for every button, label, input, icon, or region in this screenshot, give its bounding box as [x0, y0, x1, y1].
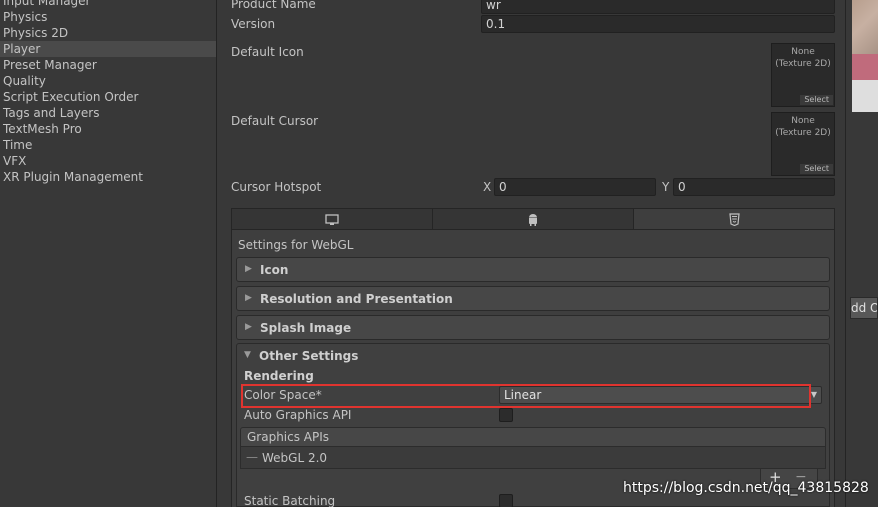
sidebar-item-vfx[interactable]: VFX	[0, 153, 216, 169]
default-icon-label: Default Icon	[231, 45, 304, 59]
static-batching-label: Static Batching	[244, 494, 336, 507]
static-batching-checkbox[interactable]	[499, 494, 513, 507]
settings-for-label: Settings for WebGL	[238, 238, 354, 252]
sidebar-item-preset-manager[interactable]: Preset Manager	[0, 57, 216, 73]
sidebar-item-quality[interactable]: Quality	[0, 73, 216, 89]
preview-thumbnail	[852, 54, 878, 80]
hotspot-y-label: Y	[662, 180, 670, 194]
graphics-api-item[interactable]: WebGL 2.0	[262, 451, 327, 465]
section-title: Resolution and Presentation	[260, 292, 453, 306]
graphics-apis-label: Graphics APIs	[247, 430, 330, 444]
default-cursor-field[interactable]: None (Texture 2D) Select	[771, 112, 835, 176]
preview-thumbnail	[852, 0, 878, 54]
sidebar-item-xr-plugin-management[interactable]: XR Plugin Management	[0, 169, 216, 185]
html5-icon	[728, 212, 740, 227]
version-label: Version	[231, 17, 276, 31]
default-cursor-select-button[interactable]: Select	[800, 164, 833, 174]
section-resolution[interactable]: ▶ Resolution and Presentation	[236, 286, 830, 311]
product-name-label: Product Name	[231, 0, 316, 11]
monitor-icon	[325, 212, 339, 226]
settings-sidebar: Input Manager Physics Physics 2D Player …	[0, 0, 217, 507]
section-title: Other Settings	[259, 349, 359, 363]
add-component-button[interactable]: dd O	[850, 297, 878, 319]
chevron-right-icon: ▶	[245, 322, 252, 332]
sidebar-item-physics-2d[interactable]: Physics 2D	[0, 25, 216, 41]
default-cursor-type-text: (Texture 2D)	[775, 128, 831, 138]
product-name-field[interactable]: wr	[481, 0, 835, 14]
sidebar-item-script-execution-order[interactable]: Script Execution Order	[0, 89, 216, 105]
graphics-apis-header: Graphics APIs	[240, 427, 826, 447]
cursor-hotspot-label: Cursor Hotspot	[231, 180, 322, 194]
hotspot-y-field[interactable]: 0	[673, 178, 835, 196]
default-cursor-label: Default Cursor	[231, 114, 319, 128]
tab-standalone[interactable]	[232, 209, 433, 229]
platform-tabs	[231, 208, 835, 230]
sidebar-item-input-manager[interactable]: Input Manager	[0, 0, 216, 9]
hotspot-x-label: X	[483, 180, 492, 194]
section-title: Icon	[260, 263, 289, 277]
sidebar-item-player[interactable]: Player	[0, 41, 216, 57]
section-other-settings[interactable]: ▼ Other Settings	[236, 344, 830, 369]
dropdown-arrow-icon: ▼	[810, 390, 817, 399]
section-splash-image[interactable]: ▶ Splash Image	[236, 315, 830, 340]
version-field[interactable]: 0.1	[481, 15, 835, 33]
chevron-down-icon: ▼	[244, 350, 251, 360]
section-icon[interactable]: ▶ Icon	[236, 257, 830, 282]
color-space-highlight	[241, 384, 811, 408]
auto-graphics-api-checkbox[interactable]	[499, 408, 513, 422]
rendering-heading: Rendering	[244, 369, 314, 383]
section-title: Splash Image	[260, 321, 352, 335]
default-icon-none-text: None	[791, 47, 815, 57]
chevron-right-icon: ▶	[245, 293, 252, 303]
graphics-apis-list: — WebGL 2.0	[240, 447, 826, 469]
default-cursor-none-text: None	[791, 116, 815, 126]
sidebar-item-textmesh-pro[interactable]: TextMesh Pro	[0, 121, 216, 137]
sidebar-item-tags-and-layers[interactable]: Tags and Layers	[0, 105, 216, 121]
sidebar-item-time[interactable]: Time	[0, 137, 216, 153]
preview-thumbnail	[852, 80, 878, 112]
tab-android[interactable]	[433, 209, 634, 229]
sidebar-item-physics[interactable]: Physics	[0, 9, 216, 25]
hotspot-x-field[interactable]: 0	[494, 178, 656, 196]
default-icon-type-text: (Texture 2D)	[775, 59, 831, 69]
chevron-right-icon: ▶	[245, 264, 252, 274]
project-settings-window: Input Manager Physics Physics 2D Player …	[0, 0, 878, 507]
drag-handle-icon[interactable]: —	[246, 450, 258, 464]
default-icon-field[interactable]: None (Texture 2D) Select	[771, 43, 835, 107]
default-icon-select-button[interactable]: Select	[800, 95, 833, 105]
android-icon	[527, 212, 539, 226]
auto-graphics-api-label: Auto Graphics API	[244, 408, 352, 422]
watermark: https://blog.csdn.net/qq_43815828	[623, 480, 869, 496]
tab-webgl[interactable]	[634, 209, 834, 229]
